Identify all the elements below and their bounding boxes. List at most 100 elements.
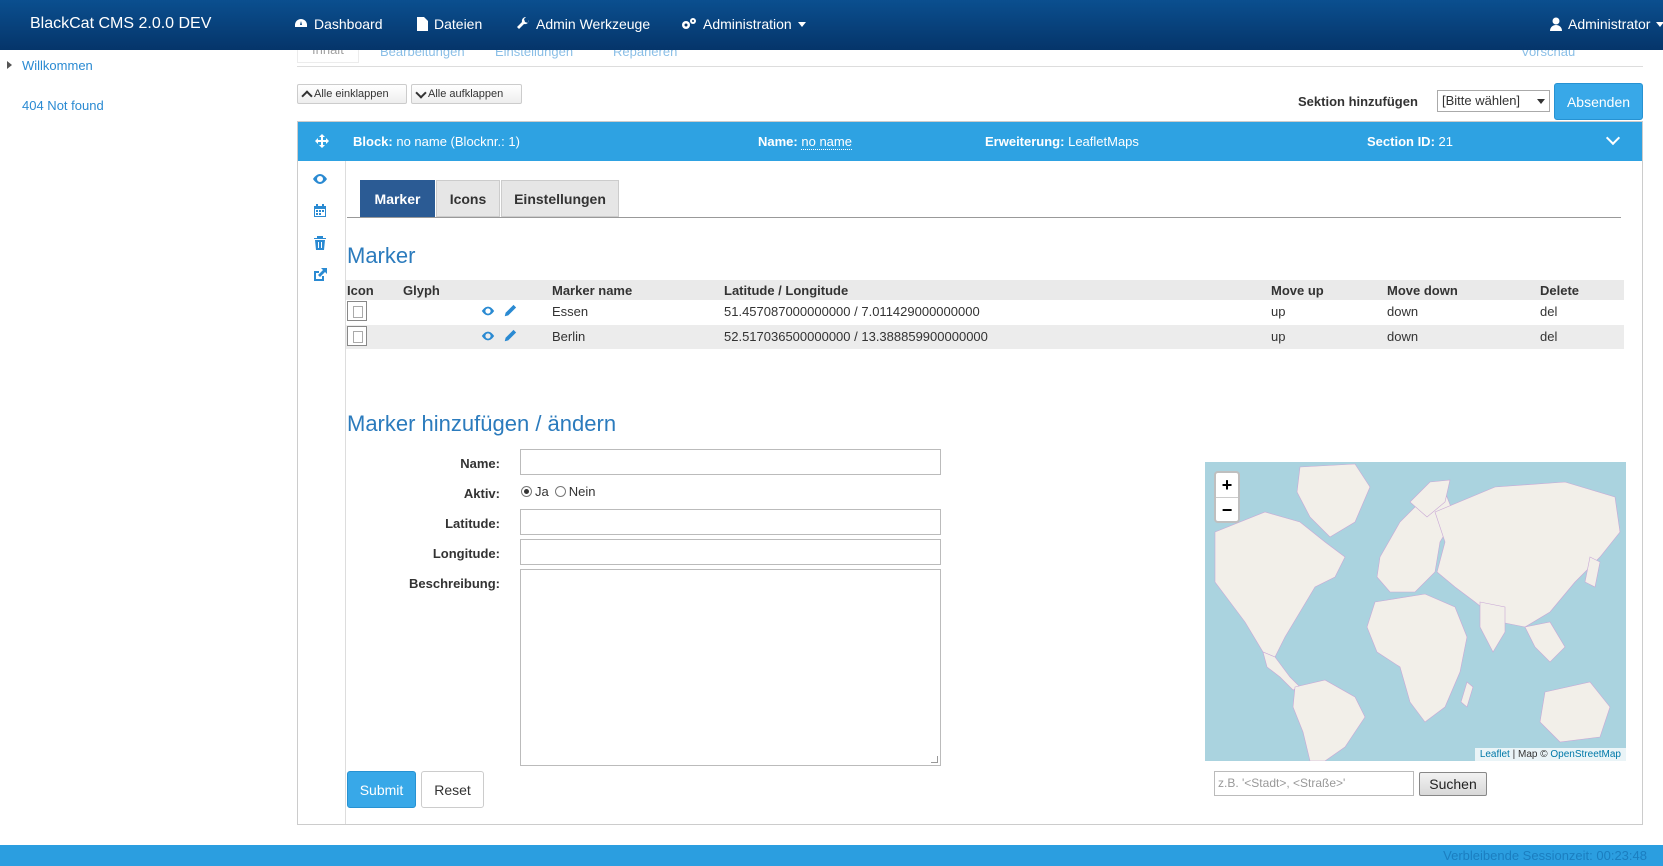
chevron-down-icon[interactable]	[1605, 130, 1621, 146]
move-down-link[interactable]: down	[1387, 329, 1418, 344]
block-label: Block:	[353, 134, 393, 149]
zoom-control: + −	[1214, 471, 1240, 523]
tab-bearbeitungen[interactable]: Bearbeitungen	[380, 50, 465, 59]
description-label: Beschreibung:	[408, 576, 500, 591]
block-name-value[interactable]: no name	[801, 134, 852, 150]
description-textarea[interactable]	[520, 569, 941, 766]
tab-marker[interactable]: Marker	[360, 180, 435, 217]
pencil-icon[interactable]	[503, 304, 517, 318]
nav-admin-tools[interactable]: Admin Werkzeuge	[516, 16, 650, 32]
col-latlng: Latitude / Longitude	[724, 283, 849, 298]
collapse-all-button[interactable]: Alle einklappen	[297, 84, 407, 104]
tab-reparieren[interactable]: Reparieren	[613, 50, 677, 59]
col-move-up: Move up	[1271, 283, 1324, 298]
reset-button[interactable]: Reset	[421, 771, 484, 808]
form-title: Marker hinzufügen / ändern	[347, 411, 617, 436]
gears-icon	[682, 18, 696, 29]
latitude-input[interactable]	[520, 509, 941, 535]
send-button[interactable]: Absenden	[1554, 83, 1643, 120]
marker-coords: 51.457087000000000 / 7.011429000000000	[724, 304, 980, 319]
submit-button[interactable]: Submit	[347, 771, 416, 808]
col-move-down: Move down	[1387, 283, 1458, 298]
wrench-icon	[517, 17, 530, 29]
block-extension: Erweiterung: LeafletMaps	[985, 134, 1139, 149]
tab-vorschau[interactable]: Vorschau	[1521, 50, 1575, 59]
osm-link[interactable]: OpenStreetMap	[1550, 749, 1621, 760]
calendar-icon[interactable]	[312, 203, 328, 219]
nav-administration-label: Administration	[703, 16, 792, 32]
expand-all-button[interactable]: Alle aufklappen	[411, 84, 522, 104]
inner-tabs: Marker Icons Einstellungen	[347, 180, 1621, 218]
longitude-input[interactable]	[520, 539, 941, 565]
eye-icon[interactable]	[312, 171, 328, 187]
tab-einstellungen[interactable]: Einstellungen	[495, 50, 573, 59]
tab-settings[interactable]: Einstellungen	[501, 180, 619, 217]
delete-link[interactable]: del	[1540, 329, 1557, 344]
brand-title[interactable]: BlackCat CMS 2.0.0 DEV	[30, 15, 211, 33]
resize-handle-icon[interactable]	[931, 756, 938, 763]
session-time: Verbleibende Sessionzeit: 00:23:48	[1443, 848, 1647, 863]
marker-name: Essen	[552, 304, 589, 319]
map-attribution: Leaflet | Map © OpenStreetMap	[1474, 748, 1626, 761]
table-row: Essen 51.457087000000000 / 7.01142900000…	[346, 300, 1624, 324]
trash-icon[interactable]	[312, 235, 328, 251]
user-icon	[1550, 17, 1562, 31]
nav-files-label: Dateien	[434, 16, 483, 32]
active-label: Aktiv:	[463, 486, 500, 501]
zoom-out-button[interactable]: −	[1216, 498, 1238, 522]
block-value: no name (Blocknr.: 1)	[396, 134, 520, 149]
nav-administration[interactable]: Administration	[681, 16, 806, 32]
leaflet-map[interactable]: + − Leaflet | Map © OpenStreetMap	[1205, 462, 1626, 761]
delete-link[interactable]: del	[1540, 304, 1557, 319]
block-side-toolbar	[298, 161, 346, 824]
sidebar-item-willkommen[interactable]: Willkommen	[22, 58, 93, 73]
move-up-link[interactable]: up	[1271, 304, 1285, 319]
chevron-down-icon	[1656, 21, 1663, 27]
file-icon	[417, 17, 428, 31]
leaflet-link[interactable]: Leaflet	[1480, 749, 1510, 760]
chevron-down-icon	[415, 86, 427, 99]
eye-icon[interactable]	[481, 329, 495, 343]
col-glyph: Glyph	[403, 283, 440, 298]
block-extension-label: Erweiterung:	[985, 134, 1065, 149]
world-map-tiles	[1214, 463, 1621, 761]
collapse-all-label: Alle einklappen	[314, 88, 389, 100]
marker-icon-image	[347, 301, 367, 321]
dashboard-icon	[295, 19, 307, 27]
zoom-in-button[interactable]: +	[1216, 473, 1238, 498]
eye-icon[interactable]	[481, 304, 495, 318]
nav-dashboard-label: Dashboard	[314, 16, 383, 32]
nav-files[interactable]: Dateien	[416, 16, 482, 32]
nav-dashboard[interactable]: Dashboard	[294, 16, 383, 32]
map-search-input[interactable]: z.B. '<Stadt>, <Straße>'	[1214, 771, 1414, 796]
expand-triangle-icon[interactable]	[7, 61, 12, 69]
nav-user-label: Administrator	[1568, 16, 1651, 32]
sidebar-item-404[interactable]: 404 Not found	[22, 98, 104, 113]
active-no-radio[interactable]	[554, 486, 566, 497]
move-up-link[interactable]: up	[1271, 329, 1285, 344]
move-icon[interactable]	[315, 134, 329, 148]
tab-inhalt[interactable]: Inhalt	[297, 50, 359, 63]
external-link-icon[interactable]	[312, 267, 328, 283]
longitude-label: Longitude:	[432, 546, 500, 561]
active-yes-radio[interactable]	[521, 486, 532, 497]
marker-coords: 52.517036500000000 / 13.388859900000000	[724, 329, 988, 344]
block-header: Block: no name (Blocknr.: 1) Name: no na…	[298, 122, 1642, 161]
add-section-select[interactable]: [Bitte wählen]	[1437, 90, 1550, 112]
latitude-label: Latitude:	[445, 516, 500, 531]
move-down-link[interactable]: down	[1387, 304, 1418, 319]
tab-icons[interactable]: Icons	[436, 180, 500, 217]
name-input[interactable]	[520, 449, 941, 475]
nav-user[interactable]: Administrator	[1550, 16, 1663, 32]
block-section-id: Section ID: 21	[1367, 134, 1453, 149]
footer-bar: Verbleibende Sessionzeit: 00:23:48	[0, 845, 1663, 866]
map-search-button[interactable]: Suchen	[1419, 772, 1487, 796]
expand-all-label: Alle aufklappen	[428, 88, 504, 100]
active-no-label: Nein	[568, 484, 596, 499]
attribution-separator: | Map ©	[1509, 749, 1551, 760]
block-section-label: Section ID:	[1367, 134, 1435, 149]
block-section-value: 21	[1438, 134, 1453, 149]
pencil-icon[interactable]	[503, 329, 517, 343]
add-section-label: Sektion hinzufügen	[1298, 94, 1418, 109]
block-name: Name: no name	[758, 134, 852, 150]
